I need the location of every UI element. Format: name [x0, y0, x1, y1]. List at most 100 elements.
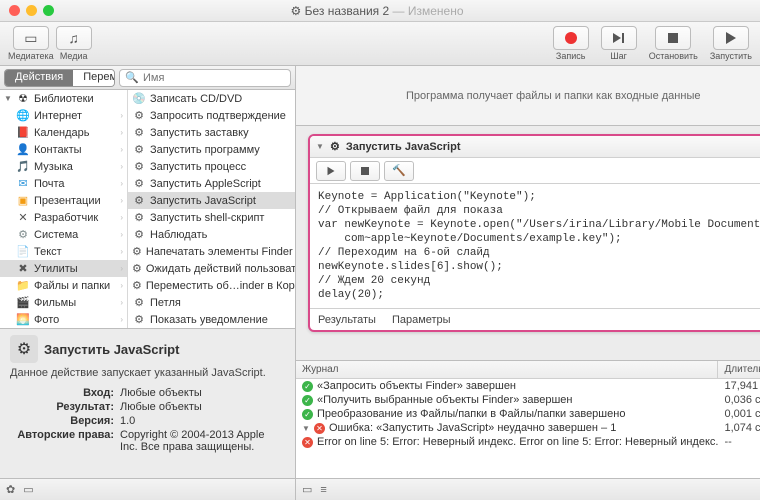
action-item[interactable]: ⚙Показать уведомление — [128, 311, 295, 328]
settings-icon[interactable]: ✿ — [6, 483, 15, 496]
info-panel: ⚙︎ Запустить JavaScript Данное действие … — [0, 328, 295, 478]
step-label: Шаг — [610, 51, 627, 61]
disclosure-icon[interactable]: ▼ — [316, 142, 324, 151]
run-button[interactable] — [713, 26, 749, 50]
library-item[interactable]: ▣Презентации› — [0, 192, 127, 209]
info-result-key: Результат: — [10, 401, 120, 413]
library-panel: Действия Переменные 🔍 ▼☢Библиотеки🌐Интер… — [0, 66, 296, 500]
library-item[interactable]: ✖Утилиты› — [0, 260, 127, 277]
search-icon: 🔍 — [125, 71, 139, 84]
log-view-icon[interactable]: ▭ — [302, 483, 312, 496]
log-row[interactable]: ✓Преобразование из Файлы/папки в Файлы/п… — [296, 407, 760, 421]
step-button[interactable] — [601, 26, 637, 50]
action-item[interactable]: 💿Записать CD/DVD — [128, 90, 295, 107]
library-item[interactable]: ✉Почта› — [0, 175, 127, 192]
tab-variables[interactable]: Переменные — [73, 70, 115, 86]
media-button[interactable]: ♫ — [56, 26, 92, 50]
action-item[interactable]: ⚙Запустить заставку — [128, 124, 295, 141]
library-categories[interactable]: ▼☢Библиотеки🌐Интернет›📕Календарь›👤Контак… — [0, 90, 128, 328]
play-icon — [328, 166, 335, 174]
info-copy-key: Авторские права: — [10, 429, 120, 453]
action-item[interactable]: ⚙Запросить подтверждение — [128, 107, 295, 124]
media-label: Медиа — [60, 51, 88, 61]
workflow-input-message: Программа получает файлы и папки как вхо… — [296, 66, 760, 126]
info-input-val: Любые объекты — [120, 387, 285, 399]
log-row[interactable]: ✓«Запросить объекты Finder» завершен17,9… — [296, 379, 760, 393]
action-item[interactable]: ⚙Наблюдать — [128, 226, 295, 243]
library-item[interactable]: ✕Разработчик› — [0, 209, 127, 226]
action-item[interactable]: ⚙Запустить JavaScript — [128, 192, 295, 209]
record-button[interactable] — [553, 26, 589, 50]
gear-icon: ⚙︎ — [330, 140, 340, 153]
library-header[interactable]: ▼☢Библиотеки — [0, 90, 127, 107]
library-item[interactable]: 📕Календарь› — [0, 124, 127, 141]
stop-button[interactable] — [655, 26, 691, 50]
action-item[interactable]: ⚙Запустить программу — [128, 141, 295, 158]
record-label: Запись — [556, 51, 586, 61]
app-icon: ⚙︎ — [291, 4, 302, 18]
record-icon — [565, 32, 577, 44]
info-version-val: 1.0 — [120, 415, 285, 427]
info-description: Данное действие запускает указанный Java… — [10, 367, 285, 379]
action-run-javascript[interactable]: ▼ ⚙︎ Запустить JavaScript ✕ 🔨 Keynote = … — [308, 134, 760, 332]
titlebar: ⚙︎ Без названия 2 — Изменено — [0, 0, 760, 22]
library-item[interactable]: ⚙Система› — [0, 226, 127, 243]
script-editor[interactable]: Keynote = Application("Keynote"); // Отк… — [310, 184, 760, 308]
run-label: Запустить — [710, 51, 752, 61]
view-icon[interactable]: ▭ — [23, 483, 33, 496]
log-header-duration[interactable]: Длительность — [718, 361, 760, 378]
log-list-icon[interactable]: ≡ — [320, 484, 326, 496]
stop-icon — [361, 167, 369, 175]
zoom-window-button[interactable] — [43, 5, 54, 16]
action-item[interactable]: ⚙Запустить процесс — [128, 158, 295, 175]
minimize-window-button[interactable] — [26, 5, 37, 16]
library-item[interactable]: 🌐Интернет› — [0, 107, 127, 124]
tab-parameters[interactable]: Параметры — [392, 314, 451, 326]
info-title: Запустить JavaScript — [44, 342, 179, 357]
log-row[interactable]: ✓«Получить выбранные объекты Finder» зав… — [296, 393, 760, 407]
library-item[interactable]: 👤Контакты› — [0, 141, 127, 158]
log-header-journal[interactable]: Журнал — [296, 361, 718, 378]
script-compile-button[interactable]: 🔨 — [384, 161, 414, 181]
close-window-button[interactable] — [9, 5, 20, 16]
actions-list[interactable]: 💿Записать CD/DVD⚙Запросить подтверждение… — [128, 90, 295, 328]
tab-actions[interactable]: Действия — [5, 70, 73, 86]
error-icon: ✕ — [302, 437, 313, 448]
doc-name: Без названия 2 — [305, 4, 390, 18]
tab-results[interactable]: Результаты — [318, 314, 376, 326]
right-footer: ▭ ≡ — [296, 478, 760, 500]
log-panel: Журнал Длительность ✓«Запросить объекты … — [296, 360, 760, 478]
action-item[interactable]: ⚙Напечатать элементы Finder — [128, 243, 295, 260]
hammer-icon: 🔨 — [392, 164, 406, 177]
library-button[interactable]: ▭ — [13, 26, 49, 50]
action-item[interactable]: ⚙Запустить shell-скрипт — [128, 209, 295, 226]
log-rows[interactable]: ✓«Запросить объекты Finder» завершен17,9… — [296, 379, 760, 478]
log-row[interactable]: ✕Error on line 5: Error: Неверный индекс… — [296, 435, 760, 449]
toolbar: ▭ Медиатека ♫ Медиа Запись Шаг Остановит… — [0, 22, 760, 66]
action-big-icon: ⚙︎ — [10, 335, 38, 363]
action-item[interactable]: ⚙Петля — [128, 294, 295, 311]
action-item[interactable]: ⚙Запустить AppleScript — [128, 175, 295, 192]
library-item[interactable]: 🎵Музыка› — [0, 158, 127, 175]
search-field[interactable]: 🔍 — [119, 69, 291, 87]
library-item[interactable]: 🎬Фильмы› — [0, 294, 127, 311]
workflow-canvas[interactable]: ▼ ⚙︎ Запустить JavaScript ✕ 🔨 Keynote = … — [296, 126, 760, 360]
error-icon: ✕ — [314, 423, 325, 434]
step-icon — [613, 33, 624, 43]
script-run-button[interactable] — [316, 161, 346, 181]
script-stop-button[interactable] — [350, 161, 380, 181]
action-item[interactable]: ⚙Ожидать действий пользователя — [128, 260, 295, 277]
search-input[interactable] — [143, 72, 285, 84]
window-controls — [0, 5, 54, 16]
library-item[interactable]: 📄Текст› — [0, 243, 127, 260]
stop-icon — [668, 33, 678, 43]
library-tabs: Действия Переменные — [4, 69, 115, 87]
action-title: Запустить JavaScript — [346, 141, 461, 153]
window-title: ⚙︎ Без названия 2 — Изменено — [54, 4, 700, 18]
doc-state: Изменено — [408, 4, 464, 18]
success-icon: ✓ — [302, 409, 313, 420]
log-row[interactable]: ▼✕Ошибка: «Запустить JavaScript» неудачн… — [296, 421, 760, 435]
library-item[interactable]: 📁Файлы и папки› — [0, 277, 127, 294]
action-item[interactable]: ⚙Переместить об…inder в Корзину — [128, 277, 295, 294]
library-item[interactable]: 🌅Фото› — [0, 311, 127, 328]
